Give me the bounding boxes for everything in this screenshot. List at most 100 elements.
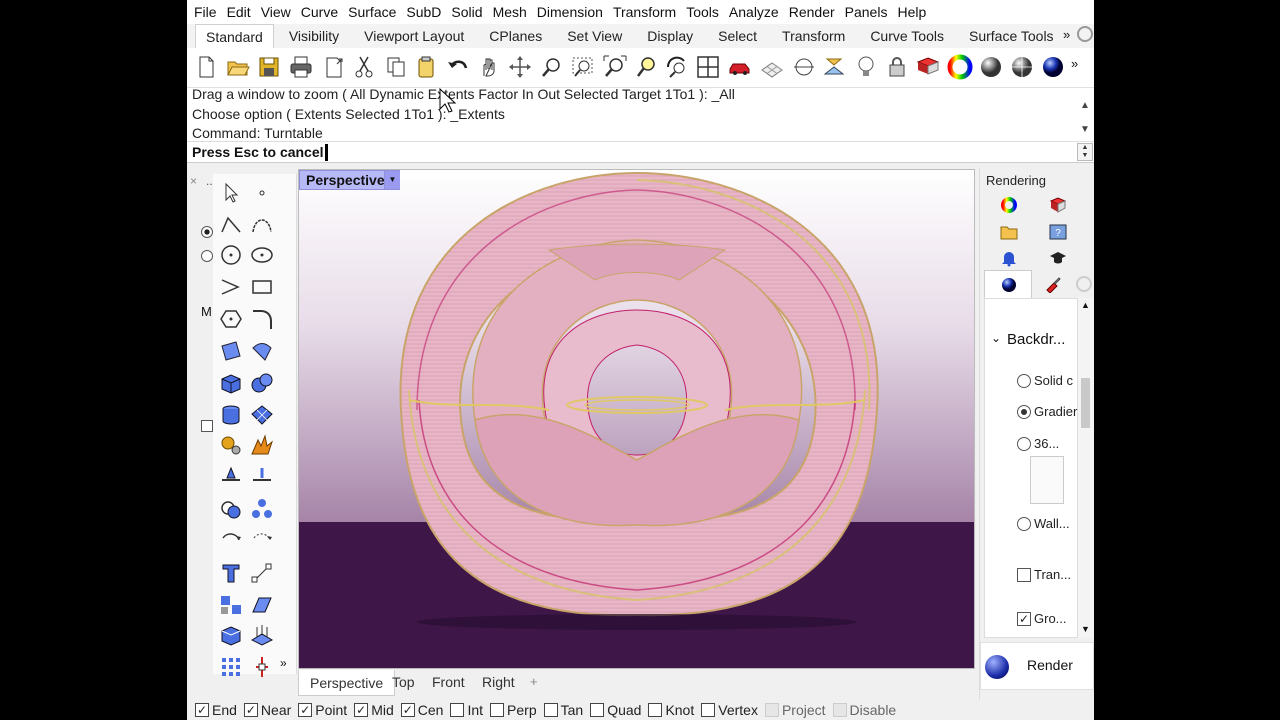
osnap-end[interactable]: ✓ End xyxy=(195,702,237,718)
print-icon[interactable] xyxy=(288,54,314,80)
select-arrow-icon[interactable] xyxy=(218,180,244,206)
menu-curve[interactable]: Curve xyxy=(296,4,343,20)
osnap-vertex[interactable]: Vertex xyxy=(701,702,758,718)
gear-tools-icon[interactable] xyxy=(218,432,244,458)
checkbox[interactable] xyxy=(590,703,605,717)
checkbox[interactable]: ✓ xyxy=(400,703,415,717)
tab-select[interactable]: Select xyxy=(708,24,767,48)
option-transparent[interactable]: Tran... xyxy=(1017,567,1071,582)
explode-icon[interactable] xyxy=(249,432,275,458)
checkbox[interactable]: ✓ xyxy=(1017,611,1031,626)
menu-tools[interactable]: Tools xyxy=(681,4,724,20)
menu-solid[interactable]: Solid xyxy=(446,4,487,20)
vtab-perspective[interactable]: Perspective xyxy=(298,670,396,696)
tab-standard[interactable]: Standard xyxy=(195,24,274,48)
menu-surface[interactable]: Surface xyxy=(343,4,401,20)
environment-preview-thumbnail[interactable] xyxy=(1030,456,1064,504)
scale-icon[interactable] xyxy=(249,528,275,554)
tab-curve-tools[interactable]: Curve Tools xyxy=(860,24,954,48)
radio-stub[interactable] xyxy=(201,226,213,238)
boolean-union-icon[interactable] xyxy=(249,370,275,396)
scrollbar-thumb[interactable] xyxy=(1081,378,1090,428)
perspective-viewport[interactable]: Perspective ▼ xyxy=(298,169,975,669)
osnap-cen[interactable]: ✓ Cen xyxy=(400,702,443,718)
left-panel-close-icon[interactable]: × xyxy=(190,174,197,188)
toolbox-overflow-button[interactable]: » xyxy=(280,656,287,670)
bell-icon[interactable] xyxy=(1000,249,1018,267)
option-wallpaper[interactable]: Wall... xyxy=(1017,516,1070,531)
group-icon[interactable] xyxy=(218,496,244,522)
osnap-tan[interactable]: Tan xyxy=(543,702,583,718)
material-icon[interactable] xyxy=(1049,196,1067,214)
flow-icon[interactable] xyxy=(249,592,275,618)
osnap-mid[interactable]: ✓ Mid xyxy=(354,702,394,718)
surface-icon[interactable] xyxy=(218,338,244,364)
graduation-cap-icon[interactable] xyxy=(1049,249,1067,267)
rotate-view-icon[interactable] xyxy=(507,54,533,80)
osnap-perp[interactable]: Perp xyxy=(490,702,537,718)
cylinder-icon[interactable] xyxy=(218,402,244,428)
rotate-icon[interactable] xyxy=(218,528,244,554)
copy-icon[interactable] xyxy=(383,54,409,80)
sphere-gray-icon[interactable] xyxy=(978,54,1004,80)
box-icon[interactable] xyxy=(218,370,244,396)
open-icon[interactable] xyxy=(225,54,251,80)
section-title-backdrop[interactable]: Backdr... xyxy=(1007,331,1065,348)
scroll-down-icon[interactable]: ▼ xyxy=(1080,124,1090,135)
folder-icon[interactable] xyxy=(1000,223,1018,241)
grid-dots-icon[interactable] xyxy=(218,654,244,680)
chevron-down-icon[interactable]: ⌄ xyxy=(991,331,1001,345)
checkbox-stub[interactable] xyxy=(201,420,213,432)
scroll-up-icon[interactable]: ▲ xyxy=(1080,100,1090,111)
dimension-icon[interactable] xyxy=(249,560,275,586)
menu-panels[interactable]: Panels xyxy=(840,4,893,20)
checkbox[interactable] xyxy=(543,703,558,717)
viewport-title[interactable]: Perspective ▼ xyxy=(299,170,400,190)
option-360-environment[interactable]: 36... xyxy=(1017,436,1059,451)
command-input[interactable] xyxy=(325,143,925,161)
scroll-up-icon[interactable]: ▲ xyxy=(1081,300,1090,310)
chevron-down-icon[interactable]: ▼ xyxy=(384,171,400,189)
tab-surface-tools[interactable]: Surface Tools xyxy=(959,24,1064,48)
checkbox[interactable] xyxy=(648,703,663,717)
tab-viewport-layout[interactable]: Viewport Layout xyxy=(354,24,474,48)
point-icon[interactable] xyxy=(249,180,275,206)
rotate-zoom-icon[interactable] xyxy=(664,54,690,80)
lock-icon[interactable] xyxy=(884,54,910,80)
import-icon[interactable] xyxy=(321,54,347,80)
tab-cplanes[interactable]: CPlanes xyxy=(479,24,552,48)
vtab-top[interactable]: Top xyxy=(392,674,415,690)
four-view-icon[interactable] xyxy=(695,54,721,80)
tab-display[interactable]: Display xyxy=(637,24,703,48)
menu-analyze[interactable]: Analyze xyxy=(724,4,784,20)
zoom-icon[interactable] xyxy=(539,54,565,80)
checkbox[interactable] xyxy=(450,703,465,717)
new-icon[interactable] xyxy=(193,54,219,80)
menu-transform[interactable]: Transform xyxy=(608,4,681,20)
menu-view[interactable]: View xyxy=(256,4,296,20)
zoom-selected-icon[interactable] xyxy=(633,54,659,80)
trim-icon[interactable] xyxy=(249,464,275,490)
osnap-int[interactable]: Int xyxy=(450,702,483,718)
split-icon[interactable] xyxy=(218,464,244,490)
sphere-shaded-icon[interactable] xyxy=(1009,54,1035,80)
tab-set-view[interactable]: Set View xyxy=(557,24,632,48)
zoom-window-icon[interactable] xyxy=(570,54,596,80)
option-solid-color[interactable]: Solid c xyxy=(1017,373,1073,388)
radio-button[interactable] xyxy=(1017,373,1031,388)
vtab-right[interactable]: Right xyxy=(482,674,515,690)
gear-icon[interactable] xyxy=(1076,276,1092,292)
color-wheel-icon[interactable] xyxy=(947,54,973,80)
save-icon[interactable] xyxy=(256,54,282,80)
undo-icon[interactable] xyxy=(445,54,471,80)
make-2d-icon[interactable] xyxy=(249,622,275,648)
menu-file[interactable]: File xyxy=(189,4,222,20)
toolbar-overflow-button[interactable]: » xyxy=(1071,56,1078,71)
help-icon[interactable]: ? xyxy=(1049,223,1067,241)
radio-button[interactable] xyxy=(1017,516,1031,531)
circle-icon[interactable] xyxy=(218,242,244,268)
panel-scrollbar[interactable]: ▲ ▼ xyxy=(1078,298,1094,638)
color-wheel-icon[interactable] xyxy=(1000,196,1018,214)
render-button[interactable]: Render xyxy=(980,642,1094,690)
array-icon[interactable] xyxy=(249,496,275,522)
